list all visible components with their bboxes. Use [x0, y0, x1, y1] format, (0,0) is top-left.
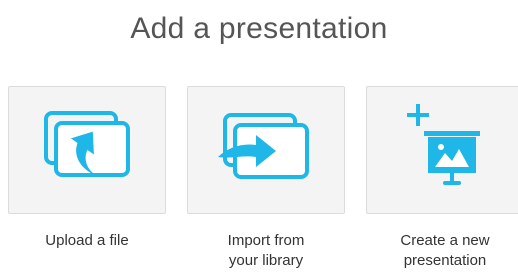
create-presentation-label-line2: presentation — [403, 252, 487, 269]
upload-file-label-line1: Upload a file — [45, 232, 129, 249]
import-library-label-line1: Import from — [227, 232, 305, 249]
create-presentation-tile[interactable] — [366, 86, 518, 214]
upload-file-option[interactable]: Upload a file — [8, 86, 166, 251]
create-presentation-icon — [407, 104, 480, 185]
create-presentation-label-line1: Create a new — [400, 232, 490, 249]
import-library-label: Import from your library — [187, 231, 345, 271]
import-library-icon — [218, 113, 309, 179]
page-title: Add a presentation — [130, 12, 388, 45]
import-library-label-line2: your library — [228, 252, 304, 269]
create-presentation-label: Create a new presentation — [366, 231, 518, 271]
upload-file-tile[interactable] — [8, 86, 166, 214]
add-presentation-panel: Add a presentation Upload a file Import … — [0, 0, 518, 273]
create-presentation-option[interactable]: Create a new presentation — [366, 86, 518, 271]
import-library-option[interactable]: Import from your library — [187, 86, 345, 271]
upload-file-icon — [44, 111, 130, 177]
import-library-tile[interactable] — [187, 86, 345, 214]
upload-file-label: Upload a file — [8, 231, 166, 251]
